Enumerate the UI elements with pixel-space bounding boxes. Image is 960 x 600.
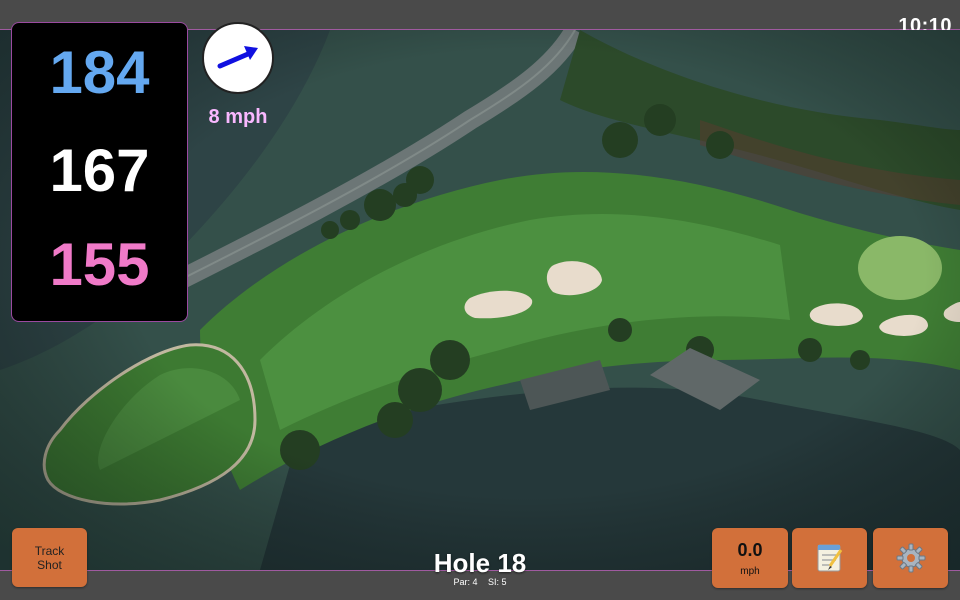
wind-arrow-icon [217, 46, 258, 69]
track-shot-label-line1: Track [34, 543, 65, 558]
hole-title: Hole 18 [433, 548, 527, 578]
speed-value: 0.0 [737, 539, 763, 560]
notepad-icon [817, 544, 842, 572]
notes-button[interactable] [792, 528, 867, 588]
stroke-index-label: SI: 5 [488, 577, 507, 587]
par-label: Par: 4 [453, 577, 478, 587]
front-distance: 155 [49, 231, 150, 298]
middle-distance: 167 [49, 137, 150, 204]
wind-speed-label: 8 mph [208, 106, 268, 128]
back-distance: 184 [49, 39, 150, 106]
settings-button[interactable] [873, 528, 948, 588]
speed-button[interactable]: 0.0 mph [712, 528, 788, 588]
track-shot-button[interactable]: Track Shot [12, 528, 87, 587]
hole-info: Par: 4 SI: 5 [380, 577, 580, 587]
distance-panel: 184 167 155 [11, 22, 188, 322]
gear-icon [896, 543, 925, 573]
wind-indicator [202, 22, 274, 94]
track-shot-label-line2: Shot [37, 557, 62, 572]
speed-unit: mph [740, 565, 760, 577]
